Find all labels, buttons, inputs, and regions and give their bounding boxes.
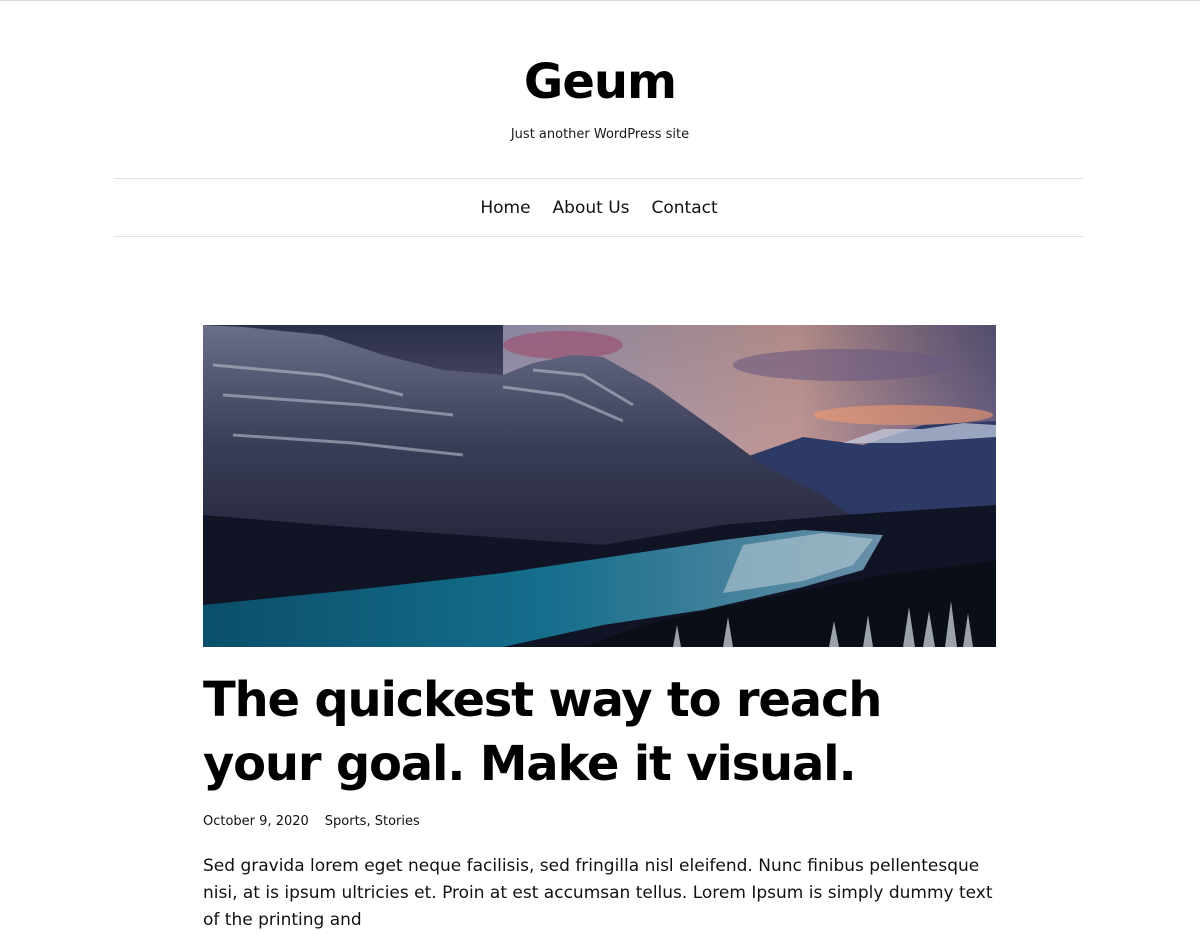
site-title[interactable]: Geum [0, 52, 1200, 112]
nav-item-contact[interactable]: Contact [652, 198, 718, 218]
nav-item-home[interactable]: Home [480, 198, 530, 218]
post-excerpt: Sed gravida lorem eget neque facilisis, … [203, 856, 993, 930]
post-title[interactable]: The quickest way to reach your goal. Mak… [203, 668, 996, 796]
featured-image[interactable] [203, 325, 996, 647]
top-border [0, 0, 1200, 1]
post-meta: October 9, 2020 Sports, Stories [203, 813, 420, 831]
post-category-link[interactable]: Sports [325, 814, 367, 829]
main-navigation: Home About Us Contact [114, 179, 1084, 236]
nav-item-about-us[interactable]: About Us [553, 198, 630, 218]
post-date[interactable]: October 9, 2020 [203, 814, 309, 829]
category-separator: , [366, 814, 375, 829]
site-tagline: Just another WordPress site [510, 127, 690, 142]
post-category-link[interactable]: Stories [375, 814, 420, 829]
nav-divider-bottom [114, 236, 1084, 237]
